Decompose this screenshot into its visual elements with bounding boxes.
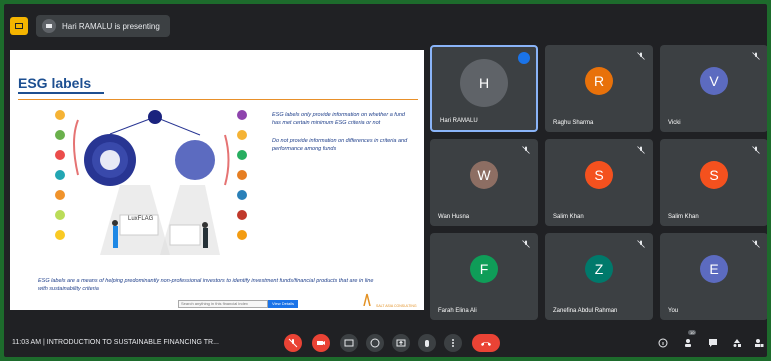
- company-logo-icon: [362, 292, 372, 307]
- participant-name: Salim Khan: [553, 214, 584, 220]
- participant-name: Vicki: [668, 120, 681, 126]
- slide-point-1: ESG labels only provide information on w…: [272, 112, 405, 126]
- participant-tile[interactable]: E You: [660, 233, 767, 320]
- divider: [18, 99, 418, 100]
- avatar: W: [470, 161, 498, 189]
- participant-name: Zanefina Abdul Rahman: [553, 308, 618, 314]
- info-icon: [658, 338, 668, 348]
- participant-name: You: [668, 308, 679, 314]
- mic-off-icon: [752, 52, 760, 60]
- captions-button[interactable]: [340, 334, 358, 352]
- participant-name: Farah Elina Ali: [438, 308, 477, 314]
- participant-name: Wan Husna: [438, 214, 470, 220]
- company-logo-text: SALT ASIA CONSULTING: [376, 304, 417, 308]
- avatar: S: [700, 161, 728, 189]
- avatar: R: [585, 67, 613, 95]
- end-call-icon: [481, 342, 491, 346]
- participant-tile[interactable]: W Wan Husna: [430, 139, 538, 226]
- camera-toggle-button[interactable]: [312, 334, 330, 352]
- mic-off-icon: [752, 146, 760, 154]
- hand-icon: [425, 340, 429, 347]
- emoji-icon: [370, 338, 380, 348]
- activities-icon: [733, 339, 741, 347]
- presenter-banner: Hari RAMALU is presenting: [36, 15, 170, 37]
- chat-button[interactable]: [706, 336, 720, 350]
- slide-search-input: Search anything in this financial index: [178, 300, 268, 308]
- participant-name: Raghu Sharma: [553, 120, 594, 126]
- meeting-details-button[interactable]: [656, 336, 670, 350]
- top-bar: Hari RAMALU is presenting: [10, 14, 170, 38]
- host-controls-button[interactable]: [752, 336, 766, 350]
- mic-toggle-button[interactable]: [284, 334, 302, 352]
- mic-off-icon: [522, 240, 530, 248]
- participant-name: Hari RAMALU: [440, 118, 478, 124]
- chat-icon: [709, 339, 717, 347]
- camera-off-icon: [317, 341, 325, 345]
- avatar: E: [700, 255, 728, 283]
- participant-tile[interactable]: S Salim Khan: [660, 139, 767, 226]
- mic-off-icon: [637, 146, 645, 154]
- esg-diagram: [55, 110, 247, 255]
- right-category-icons: [237, 110, 247, 240]
- captions-icon: [344, 339, 354, 347]
- avatar: Z: [585, 255, 613, 283]
- raise-hand-button[interactable]: [418, 334, 436, 352]
- meeting-time-title: 11:03 AM | INTRODUCTION TO SUSTAINABLE F…: [12, 339, 219, 346]
- participant-name: Salim Khan: [668, 214, 699, 220]
- participant-tile[interactable]: Z Zanefina Abdul Rahman: [545, 233, 653, 320]
- slide-title: ESG labels: [18, 75, 92, 91]
- leave-call-button[interactable]: [472, 334, 500, 352]
- left-category-icons: [55, 110, 65, 240]
- presenting-icon: [42, 19, 56, 33]
- present-screen-icon: [396, 339, 406, 347]
- mic-off-icon: [288, 338, 298, 348]
- mic-off-icon: [637, 240, 645, 248]
- title-underline: [18, 92, 104, 94]
- present-icon[interactable]: [10, 17, 28, 35]
- participant-tile[interactable]: F Farah Elina Ali: [430, 233, 538, 320]
- participant-tile[interactable]: S Salim Khan: [545, 139, 653, 226]
- avatar: V: [700, 67, 728, 95]
- mic-off-icon: [637, 52, 645, 60]
- luxflag-label: LuxFLAG: [128, 216, 154, 222]
- lock-person-icon: [755, 339, 764, 347]
- speaking-indicator-icon: [518, 52, 530, 64]
- more-vert-icon: [452, 339, 454, 347]
- present-now-button[interactable]: [392, 334, 410, 352]
- slide-summary: ESG labels are a means of helping predom…: [38, 278, 374, 292]
- presenter-text: Hari RAMALU is presenting: [62, 21, 160, 31]
- meet-window: Hari RAMALU is presenting ESG labels Lux…: [4, 4, 767, 357]
- avatar: F: [470, 255, 498, 283]
- activities-button[interactable]: [730, 336, 744, 350]
- participant-tile[interactable]: R Raghu Sharma: [545, 45, 653, 132]
- mic-off-icon: [522, 146, 530, 154]
- more-options-button[interactable]: [444, 334, 462, 352]
- participant-tile[interactable]: V Vicki: [660, 45, 767, 132]
- slide-search-button: View Details: [268, 300, 298, 308]
- participant-tile[interactable]: H Hari RAMALU: [430, 45, 538, 132]
- mic-off-icon: [752, 240, 760, 248]
- participant-count-badge: 10: [688, 330, 697, 335]
- bottom-toolbar: 11:03 AM | INTRODUCTION TO SUSTAINABLE F…: [4, 330, 767, 357]
- avatar: S: [585, 161, 613, 189]
- people-icon: [685, 339, 691, 347]
- reactions-button[interactable]: [366, 334, 384, 352]
- avatar: H: [460, 59, 508, 107]
- people-button[interactable]: 10: [682, 330, 697, 350]
- slide-point-2: Do not provide information on difference…: [272, 138, 408, 152]
- presentation-slide: ESG labels LuxFLAG ESG labels only provi…: [10, 50, 424, 310]
